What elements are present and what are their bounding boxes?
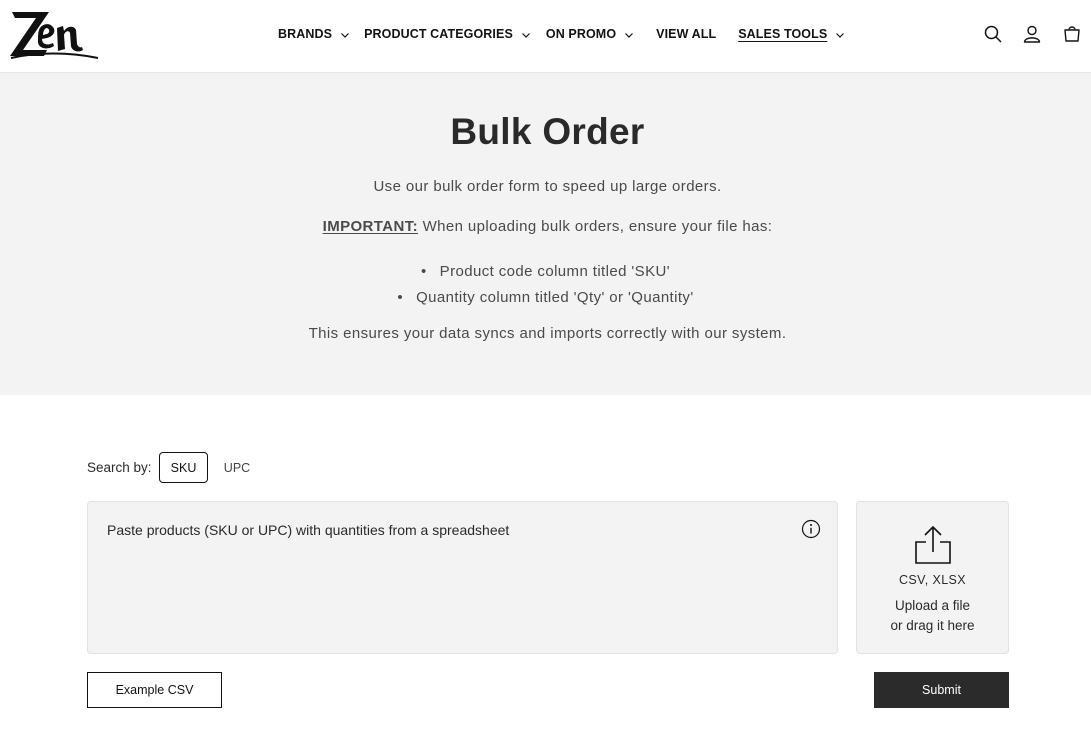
nav-sales-tools[interactable]: SALES TOOLS xyxy=(738,27,845,41)
info-icon[interactable] xyxy=(801,519,821,539)
nav-view-all-label: VIEW ALL xyxy=(656,27,717,41)
intro-text: Use our bulk order form to speed up larg… xyxy=(373,178,722,195)
nav-on-promo[interactable]: ON PROMO xyxy=(546,27,634,41)
requirements-list: Product code column titled 'SKU' Quantit… xyxy=(0,259,1091,311)
nav-sales-tools-label: SALES TOOLS xyxy=(738,27,828,41)
file-upload-dropzone[interactable]: CSV, XLSX Upload a file or drag it here xyxy=(856,501,1009,654)
nav-brands-label: BRANDS xyxy=(278,27,333,41)
search-icon[interactable] xyxy=(983,24,1003,44)
cart-icon[interactable] xyxy=(1062,24,1082,44)
example-csv-button[interactable]: Example CSV xyxy=(87,672,222,708)
nav-view-all[interactable]: VIEW ALL xyxy=(656,27,716,41)
nav-product-categories[interactable]: PRODUCT CATEGORIES xyxy=(364,27,531,41)
ensure-text: This ensures your data syncs and imports… xyxy=(308,325,787,342)
chevron-down-icon xyxy=(625,33,634,38)
submit-button[interactable]: Submit xyxy=(874,672,1009,708)
page-title: Bulk Order xyxy=(450,111,645,152)
requirement-item: Product code column titled 'SKU' xyxy=(0,259,1091,285)
paste-products-textarea[interactable]: Paste products (SKU or UPC) with quantit… xyxy=(87,501,838,654)
important-notice: IMPORTANT: When uploading bulk orders, e… xyxy=(2,218,1091,235)
upload-instructions: Upload a file xyxy=(894,598,971,613)
nav-on-promo-label: ON PROMO xyxy=(545,27,617,41)
bulk-order-hero: Bulk Order Use our bulk order form to sp… xyxy=(0,73,1091,395)
account-icon[interactable] xyxy=(1022,24,1042,44)
nav-brands[interactable]: BRANDS xyxy=(278,27,350,41)
upload-icon xyxy=(915,525,951,564)
paste-placeholder: Paste products (SKU or UPC) with quantit… xyxy=(107,522,510,538)
zen-logo[interactable] xyxy=(9,8,99,60)
site-header: BRANDS PRODUCT CATEGORIES ON PROMO VIEW … xyxy=(0,0,1091,73)
important-label: IMPORTANT: xyxy=(322,218,419,235)
search-by-sku-option[interactable]: SKU xyxy=(159,452,208,483)
upload-file-types: CSV, XLSX xyxy=(898,573,967,587)
upload-drag-instructions: or drag it here xyxy=(890,618,975,633)
chevron-down-icon xyxy=(836,33,845,38)
main-nav: BRANDS PRODUCT CATEGORIES ON PROMO VIEW … xyxy=(278,24,845,44)
requirement-item: Quantity column titled 'Qty' or 'Quantit… xyxy=(0,285,1091,311)
nav-product-categories-label: PRODUCT CATEGORIES xyxy=(364,27,513,41)
search-by-label: Search by: xyxy=(87,460,152,475)
chevron-down-icon xyxy=(341,33,350,38)
chevron-down-icon xyxy=(521,33,530,38)
search-by-upc-option[interactable]: UPC xyxy=(212,452,262,483)
important-text: When uploading bulk orders, ensure your … xyxy=(418,218,773,235)
